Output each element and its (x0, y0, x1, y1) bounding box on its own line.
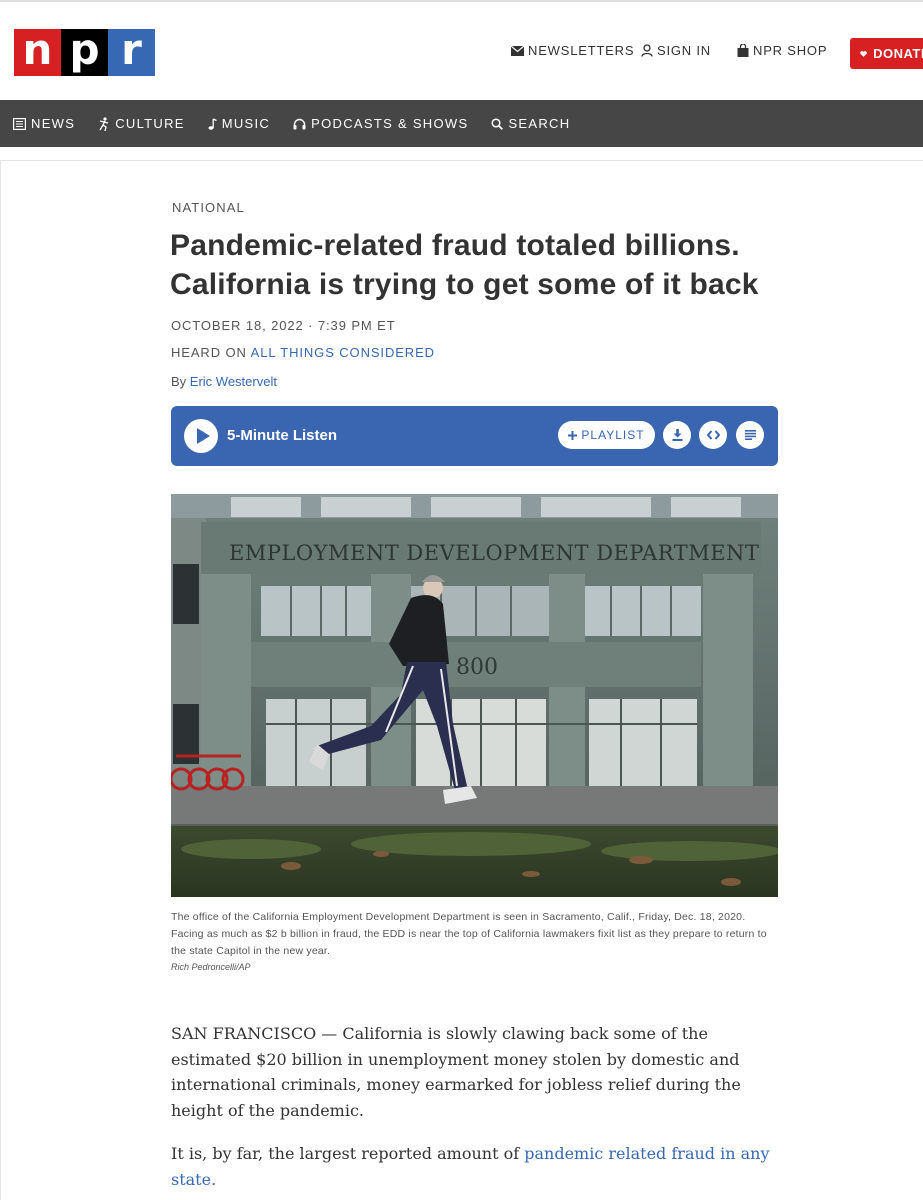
nav-label-podcasts-shows: PODCASTS & SHOWS (311, 116, 469, 131)
search-icon (491, 117, 504, 130)
donate-label: DONATE (873, 46, 923, 61)
newsletters-label: NEWSLETTERS (528, 43, 635, 58)
headphones-icon (293, 118, 306, 129)
nav-item-music[interactable]: MUSIC (208, 116, 270, 131)
transcript-button[interactable] (736, 421, 764, 449)
building-number-text: 800 (456, 655, 498, 680)
donate-button[interactable]: DONATE (850, 38, 923, 69)
photo-caption: The office of the California Employment … (171, 911, 767, 957)
nav-label-search: SEARCH (508, 116, 571, 131)
play-button[interactable] (184, 419, 218, 453)
page-title: Pandemic-related fraud totaled billions.… (170, 229, 759, 301)
shopping-bag-icon (737, 44, 749, 57)
playlist-button[interactable]: PLAYLIST (558, 421, 655, 449)
logo-letter-n: n (14, 29, 61, 76)
body-paragraph-1: SAN FRANCISCO — California is slowly cla… (171, 1024, 741, 1120)
logo-letter-r: r (108, 29, 155, 76)
playlist-label: PLAYLIST (581, 428, 645, 442)
logo-letter-p: p (61, 29, 108, 76)
audio-player: 5-Minute Listen PLAYLIST (171, 406, 778, 466)
nav-item-podcasts-shows[interactable]: PODCASTS & SHOWS (293, 116, 468, 131)
nav-label-culture: CULTURE (115, 116, 185, 131)
show-link[interactable]: ALL THINGS CONSIDERED (251, 345, 435, 360)
npr-shop-link[interactable]: NPR SHOP (737, 43, 827, 58)
dateline: OCTOBER 18, 2022 · 7:39 PM ET (171, 318, 396, 333)
main-nav: NEWS CULTURE MUSIC PODCASTS & SHOWS SEAR… (0, 100, 923, 147)
body-paragraph-2: It is, by far, the largest reported amou… (171, 1141, 771, 1192)
user-icon (641, 44, 653, 57)
listen-label: 5-Minute Listen (227, 427, 338, 444)
embed-icon (706, 430, 720, 440)
byline-prefix: By (171, 374, 187, 389)
transcript-icon (744, 430, 756, 440)
site-header: n p r NEWSLETTERS SIGN IN NPR SHOP DONAT… (0, 2, 923, 100)
nav-item-culture[interactable]: CULTURE (98, 116, 185, 131)
byline: By Eric Westervelt (171, 374, 277, 389)
section-slug[interactable]: NATIONAL (172, 200, 245, 215)
download-button[interactable] (663, 421, 691, 449)
npr-logo[interactable]: n p r (14, 29, 155, 76)
nav-item-search[interactable]: SEARCH (491, 116, 570, 131)
photo-credit: Rich Pedroncelli/AP (171, 962, 251, 972)
heart-icon (860, 50, 867, 57)
embed-button[interactable] (699, 421, 727, 449)
envelope-icon (511, 45, 524, 56)
npr-shop-label: NPR SHOP (753, 43, 828, 58)
nav-label-music: MUSIC (221, 116, 271, 131)
music-icon (208, 117, 217, 130)
nav-item-news[interactable]: NEWS (13, 116, 75, 131)
sign-in-label: SIGN IN (657, 43, 711, 58)
heard-on-prefix: HEARD ON (171, 345, 247, 360)
culture-icon (99, 116, 109, 131)
author-link[interactable]: Eric Westervelt (190, 374, 277, 389)
download-icon (672, 429, 682, 441)
newsletters-link[interactable]: NEWSLETTERS (511, 43, 634, 58)
heard-on: HEARD ON ALL THINGS CONSIDERED (171, 345, 435, 360)
news-icon (13, 117, 26, 130)
paragraph-2-text: It is, by far, the largest reported amou… (171, 1144, 520, 1163)
nav-label-news: NEWS (31, 116, 76, 131)
sign-in-link[interactable]: SIGN IN (641, 43, 711, 58)
building-sign-text: EMPLOYMENT DEVELOPMENT DEPARTMENT (229, 541, 759, 565)
edd-building-illustration: EMPLOYMENT DEVELOPMENT DEPARTMENT 800 (171, 494, 778, 897)
plus-icon (568, 430, 578, 440)
article-photo: EMPLOYMENT DEVELOPMENT DEPARTMENT 800 (171, 494, 778, 897)
